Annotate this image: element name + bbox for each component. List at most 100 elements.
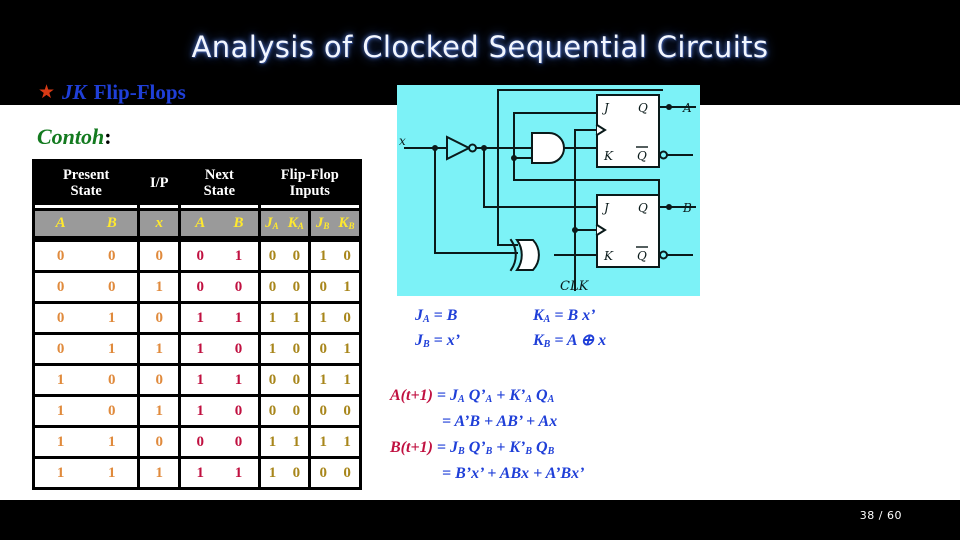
cell-value: 0 <box>155 309 163 326</box>
circuit-svg: x J K Q Q J K Q Q A B CLK <box>399 89 696 294</box>
cell-value: 1 <box>56 402 65 419</box>
equation-jb: JB = x’ <box>415 330 533 355</box>
cell-ff-a: 11 <box>260 304 309 332</box>
cell-value: 0 <box>292 247 301 264</box>
equation-jb-base: J <box>415 332 423 349</box>
truth-table-grid: Present State I/P Next State Flip-Flop I… <box>35 162 359 487</box>
ffb-qbar-label: Q <box>637 249 647 263</box>
cell-value: 1 <box>319 433 327 450</box>
equation-ja-base: J <box>415 307 423 324</box>
table-row: 010111110 <box>35 304 359 332</box>
cell-value: 0 <box>234 340 243 357</box>
cell-value: 1 <box>234 309 243 326</box>
table-row: 101100000 <box>35 397 359 425</box>
cell-value: 0 <box>268 247 277 264</box>
subheader-ja-base: J <box>265 215 273 231</box>
cell-input: 1 <box>140 335 179 363</box>
cell-value: 1 <box>56 433 65 450</box>
cell-value: 0 <box>56 340 65 357</box>
derivation-a-lhs: A(t+1) <box>390 387 433 404</box>
cell-value: 1 <box>56 464 65 481</box>
slide-root: Analysis of Clocked Sequential Circuits … <box>0 0 960 540</box>
derivation-b-rhs: = JB Q’B + K’B QB <box>436 439 555 457</box>
subheader-kb-base: K <box>338 215 349 231</box>
cell-value: 0 <box>268 402 277 419</box>
cell-value: 0 <box>292 371 301 388</box>
header-next-state-line2: State <box>203 182 236 199</box>
cell-value: 0 <box>196 278 204 295</box>
cell-input: 0 <box>140 366 179 394</box>
cell-value: 1 <box>108 433 116 450</box>
equation-ka-sub: A <box>543 314 551 325</box>
circuit-input-label: x <box>399 134 406 148</box>
ffa-k-label: K <box>603 149 614 163</box>
subheader-next-state: A B <box>181 211 258 236</box>
cell-value: 0 <box>319 278 327 295</box>
cell-value: 1 <box>155 402 163 419</box>
equation-kb: KB = A ⊕ x <box>533 330 606 355</box>
cell-value: 1 <box>108 309 116 326</box>
cell-ff-a: 10 <box>260 459 309 487</box>
cell-present-state: 11 <box>35 428 138 456</box>
equation-kb-base: K <box>533 332 544 349</box>
cell-next-state: 10 <box>181 397 258 425</box>
derivation-b-line2: = B’x’ + ABx + A’Bx’ <box>442 465 585 482</box>
derivation-a-rhs: = JA Q’A + K’A QA <box>436 387 555 405</box>
cell-input: 0 <box>140 242 179 270</box>
cell-next-state: 00 <box>181 273 258 301</box>
table-subheader-row: A B x A B JA KA JB KB <box>35 211 359 236</box>
header-input-line1: I/P <box>149 174 169 191</box>
table-row: 001000001 <box>35 273 359 301</box>
cell-value: 1 <box>155 464 163 481</box>
cell-present-state: 01 <box>35 335 138 363</box>
cell-present-state: 00 <box>35 273 138 301</box>
subheader-b: B <box>106 215 117 231</box>
cell-value: 1 <box>56 371 65 388</box>
equation-ka: KA = B x’ <box>533 305 595 330</box>
cell-input: 1 <box>140 459 179 487</box>
derivation-a-line1: A(t+1) = JA Q’A + K’A QA <box>390 385 730 411</box>
equation-ja: JA = B <box>415 305 533 330</box>
equation-ja-rhs: = B <box>433 307 458 324</box>
header-next-state-line1: Next <box>204 166 234 183</box>
ffa-q-label: Q <box>638 101 648 115</box>
subheader-next-a: A <box>195 215 206 231</box>
header-ff-inputs-line2: Inputs <box>289 182 330 199</box>
table-row: 111111000 <box>35 459 359 487</box>
cell-value: 0 <box>108 278 116 295</box>
ffa-qbar-label: Q <box>637 149 647 163</box>
cell-value: 1 <box>234 247 243 264</box>
cell-ff-a: 00 <box>260 273 309 301</box>
derivation-equations: A(t+1) = JA Q’A + K’A QA = A’B + AB’ + A… <box>390 385 730 485</box>
cell-value: 0 <box>108 247 116 264</box>
cell-value: 1 <box>108 340 116 357</box>
cell-value: 1 <box>319 371 327 388</box>
cell-value: 0 <box>319 340 327 357</box>
cell-value: 0 <box>56 278 65 295</box>
table-row: 110001111 <box>35 428 359 456</box>
cell-value: 1 <box>234 371 243 388</box>
equation-jb-rhs: = x’ <box>433 332 461 349</box>
ffb-q-label: Q <box>638 201 648 215</box>
cell-value: 0 <box>343 309 351 326</box>
cell-present-state: 01 <box>35 304 138 332</box>
cell-ff-a: 00 <box>260 242 309 270</box>
equation-row-2: JB = x’ KB = A ⊕ x <box>415 330 705 355</box>
subheader-x: x <box>155 215 163 231</box>
circuit-clk-label: CLK <box>560 279 590 294</box>
cell-value: 0 <box>234 278 243 295</box>
header-present-state: Present State <box>35 162 138 208</box>
cell-ff-b: 01 <box>311 273 359 301</box>
cell-value: 1 <box>343 278 351 295</box>
cell-value: 0 <box>196 433 204 450</box>
example-label-row: Contoh: <box>37 124 112 150</box>
circuit-output-a: A <box>682 101 692 115</box>
header-present-state-line2: State <box>70 182 102 199</box>
cell-input: 0 <box>140 304 179 332</box>
header-next-state: Next State <box>181 162 258 208</box>
cell-next-state: 11 <box>181 459 258 487</box>
cell-ff-b: 00 <box>311 459 359 487</box>
table-row: 000010010 <box>35 242 359 270</box>
cell-value: 1 <box>343 340 351 357</box>
cell-value: 0 <box>56 309 65 326</box>
